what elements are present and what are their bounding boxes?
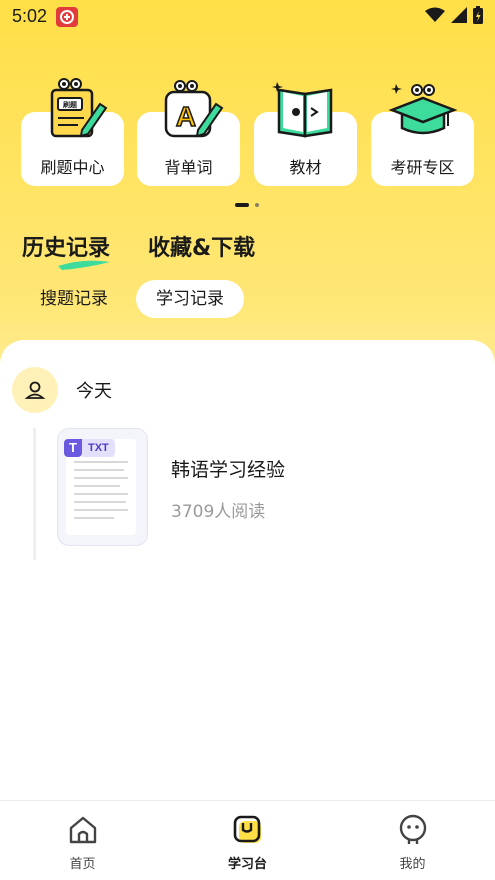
feature-label: 考研专区 [390, 158, 455, 177]
nav-profile[interactable]: 我的 [330, 801, 495, 880]
subtab-study-records[interactable]: 学习记录 [136, 280, 244, 318]
feature-card-practice[interactable]: 刷题 刷题中心 [21, 78, 124, 186]
feature-card-vocabulary[interactable]: A 背单词 [137, 80, 240, 186]
record-read-count: 3709人阅读 [171, 502, 266, 522]
day-label: 今天 [76, 381, 112, 402]
nav-label: 学习台 [227, 857, 267, 872]
nav-home[interactable]: 首页 [0, 801, 165, 880]
feature-label: 教材 [289, 158, 322, 177]
nav-label: 首页 [69, 857, 96, 872]
vocabulary-card-icon: A [164, 80, 223, 138]
feature-grid: 刷题 刷题中心 A 背单词 教材 考研专区 [0, 78, 495, 190]
battery-charging-icon [473, 6, 483, 28]
study-record-item[interactable]: T TXT 韩语学习经验 3709人阅读 [57, 428, 477, 546]
user-outline-icon [12, 367, 58, 413]
textbook-icon [271, 82, 332, 138]
feature-card-textbook[interactable]: 教材 [254, 82, 357, 186]
status-time: 5:02 [12, 6, 48, 26]
file-type-label: TXT [82, 439, 115, 457]
tab-history[interactable]: 历史记录 [22, 230, 110, 262]
timeline-line [33, 428, 36, 560]
record-title: 韩语学习经验 [171, 459, 286, 481]
nav-study-desk[interactable]: 学习台 [165, 801, 330, 880]
practice-badge-text: 刷题 [62, 100, 78, 109]
study-desk-icon [233, 815, 261, 843]
system-icons [425, 6, 483, 28]
pager-dot-active [235, 203, 249, 207]
graduate-cap-icon [388, 84, 457, 135]
file-type-letter: T [64, 439, 82, 457]
document-thumbnail: T TXT [57, 428, 148, 546]
nav-label: 我的 [399, 857, 426, 872]
subtab-search-records[interactable]: 搜题记录 [20, 280, 128, 318]
bottom-nav: 首页 学习台 我的 [0, 800, 495, 880]
feature-pager [235, 203, 259, 207]
vocabulary-card-letter: A [175, 101, 195, 132]
home-icon [69, 816, 96, 844]
feature-label: 刷题中心 [40, 158, 105, 177]
records-panel: 今天 T TXT 韩语学习经验 3709人阅读 [0, 340, 495, 800]
tab-favorites-downloads[interactable]: 收藏&下载 [148, 230, 255, 262]
profile-face-icon [399, 814, 426, 844]
notification-app-icon [56, 7, 78, 27]
day-header: 今天 [12, 367, 112, 413]
feature-label: 背单词 [164, 158, 213, 177]
pager-dot [255, 203, 259, 207]
cellular-signal-icon [451, 7, 467, 27]
feature-card-postgrad[interactable]: 考研专区 [371, 84, 474, 186]
status-bar: 5:02 [0, 0, 495, 34]
file-type-badge: T TXT [64, 439, 115, 457]
wifi-icon [425, 7, 445, 27]
practice-notebook-icon: 刷题 [50, 78, 107, 138]
